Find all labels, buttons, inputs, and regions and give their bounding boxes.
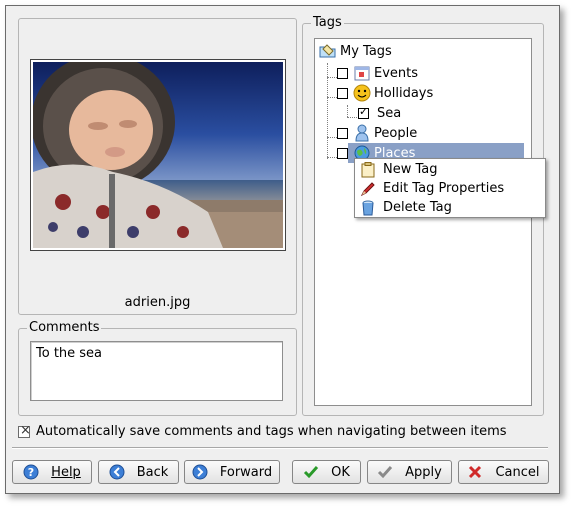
tree-root[interactable]: My Tags — [319, 41, 392, 61]
tags-tree[interactable]: My Tags Events Hollidays ✓ Sea People Pl… — [314, 38, 532, 406]
pencil-icon — [359, 180, 377, 198]
tree-root-label: My Tags — [340, 43, 392, 59]
calendar-icon — [353, 64, 371, 82]
tag-checkbox-hollidays[interactable] — [337, 87, 348, 99]
trash-icon — [359, 199, 377, 217]
comments-textarea[interactable]: To the sea — [30, 341, 283, 401]
arrow-right-icon — [192, 464, 208, 480]
tags-group: Tags My Tags Events Hollidays ✓ Sea Peop… — [302, 15, 544, 416]
menu-item-new-tag[interactable]: New Tag — [357, 160, 543, 179]
cancel-icon — [467, 464, 483, 480]
cancel-button[interactable]: Cancel — [458, 460, 549, 484]
tag-label-people: People — [374, 125, 418, 141]
help-button[interactable]: ? Help — [12, 460, 92, 484]
back-button[interactable]: Back — [98, 460, 179, 484]
button-separator — [12, 447, 548, 449]
check-icon — [303, 464, 319, 480]
menu-item-edit-tag-properties[interactable]: Edit Tag Properties — [357, 179, 543, 198]
forward-button[interactable]: Forward — [184, 460, 280, 484]
folder-tags-icon — [319, 42, 337, 60]
arrow-left-icon — [109, 464, 125, 480]
tag-item-people[interactable]: People — [337, 123, 417, 143]
photo-thumbnail — [33, 62, 283, 248]
auto-save-option[interactable]: Automatically save comments and tags whe… — [18, 423, 507, 439]
tag-item-sea[interactable]: Sea — [358, 103, 401, 123]
tag-context-menu: New Tag Edit Tag Properties Delete Tag — [354, 158, 546, 218]
auto-save-label: Automatically save comments and tags whe… — [36, 424, 507, 439]
menu-item-delete-tag[interactable]: Delete Tag — [357, 198, 543, 217]
photo-image — [33, 62, 283, 248]
tag-item-events[interactable]: Events — [337, 63, 418, 83]
tags-title: Tags — [311, 15, 344, 31]
tag-label-events: Events — [374, 65, 419, 81]
image-preview-group: adrien.jpg — [18, 18, 297, 315]
tag-checkbox-sea[interactable] — [358, 105, 369, 119]
smiley-icon — [353, 84, 371, 102]
ok-button[interactable]: OK — [292, 460, 361, 484]
tag-checkbox-events[interactable] — [337, 67, 348, 79]
comments-group: Comments To the sea — [18, 320, 297, 416]
clipboard-icon — [359, 161, 377, 179]
dialog-window: adrien.jpg Comments To the sea Tags My T… — [5, 5, 560, 494]
apply-button[interactable]: Apply — [367, 460, 452, 484]
tag-label-sea: Sea — [377, 105, 402, 121]
check-gray-icon — [377, 464, 393, 480]
image-filename: adrien.jpg — [124, 295, 191, 310]
auto-save-checkbox[interactable] — [18, 423, 31, 438]
comments-title: Comments — [27, 320, 102, 336]
help-icon: ? — [23, 464, 39, 480]
tag-item-hollidays[interactable]: Hollidays — [337, 83, 433, 103]
image-preview-frame — [30, 59, 286, 251]
svg-text:?: ? — [28, 466, 34, 479]
tag-label-hollidays: Hollidays — [374, 85, 434, 101]
tag-checkbox-places[interactable] — [337, 147, 348, 159]
tag-checkbox-people[interactable] — [337, 127, 348, 139]
person-icon — [353, 124, 371, 142]
